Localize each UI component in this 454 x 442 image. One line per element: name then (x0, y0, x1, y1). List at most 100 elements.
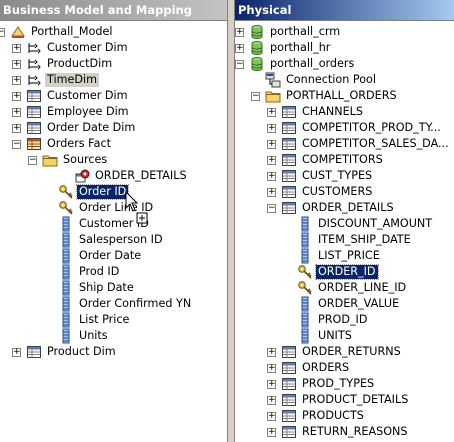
physical-tree-item[interactable]: − PORTHALL_ORDERS (251, 88, 399, 104)
physical-tree-item[interactable]: + COMPETITOR_PROD_TY... (267, 120, 443, 136)
physical-tree-item-label: COMPETITORS (302, 153, 383, 166)
expand-toggle[interactable]: + (12, 108, 21, 117)
physical-tree-item-label: UNITS (318, 329, 352, 342)
physical-tree-item[interactable]: + COMPETITOR_SALES_DA... (267, 136, 451, 152)
bmm-tree-item[interactable]: − Sources (28, 152, 109, 168)
table-icon (281, 376, 297, 392)
expand-toggle[interactable]: + (12, 348, 21, 357)
physical-tree-item[interactable]: + porthall_crm (235, 24, 342, 40)
bmm-tree-item[interactable]: + ProductDim (12, 56, 114, 72)
physical-tree-item[interactable]: + CHANNELS (267, 104, 365, 120)
hierarchy-icon (26, 72, 42, 88)
expand-toggle[interactable]: + (267, 108, 276, 117)
expand-toggle[interactable]: + (267, 364, 276, 373)
bmm-tree-item[interactable]: + Customer Dim (12, 40, 130, 56)
expand-toggle[interactable]: + (267, 348, 276, 357)
expand-toggle[interactable]: + (267, 140, 276, 149)
physical-tree-item-label: CHANNELS (302, 105, 364, 118)
expand-toggle[interactable]: + (267, 428, 276, 437)
bmm-tree-item[interactable]: Salesperson ID (58, 232, 165, 248)
key-icon (297, 280, 313, 296)
bmm-tree-item[interactable]: ORDER_DETAILS (74, 168, 189, 184)
column-icon (58, 312, 74, 328)
physical-tree-item[interactable]: + ORDERS (267, 360, 351, 376)
bmm-tree-item-label: Order Date Dim (47, 121, 136, 134)
expand-toggle[interactable]: + (267, 412, 276, 421)
bmm-tree-item-label: Salesperson ID (79, 233, 163, 246)
physical-tree-item[interactable]: − porthall_orders (235, 56, 356, 72)
physical-tree-item[interactable]: DISCOUNT_AMOUNT (297, 216, 434, 232)
collapse-toggle[interactable]: − (235, 60, 244, 69)
physical-tree-item[interactable]: + PRODUCT_DETAILS (267, 392, 410, 408)
physical-tree-item-label: porthall_hr (270, 41, 331, 54)
physical-tree-item[interactable]: ORDER_ID (297, 264, 379, 280)
expand-toggle[interactable]: + (235, 44, 244, 53)
physical-tree-item[interactable]: ORDER_LINE_ID (297, 280, 408, 296)
physical-tree-item-label: RETURN_REASONS (302, 425, 408, 438)
bmm-tree-item[interactable]: + Customer Dim (12, 88, 130, 104)
bmm-tree-item[interactable]: Ship Date (58, 280, 136, 296)
expand-toggle[interactable]: + (12, 92, 21, 101)
table-icon (281, 200, 297, 216)
physical-tree-item[interactable]: PROD_ID (297, 312, 369, 328)
physical-tree-item[interactable]: − ORDER_DETAILS (267, 200, 396, 216)
expand-toggle[interactable]: + (235, 28, 244, 37)
physical-tree-item-label: CUST_TYPES (302, 169, 373, 182)
collapse-toggle[interactable]: − (28, 156, 37, 165)
expand-toggle[interactable]: + (267, 396, 276, 405)
bmm-tree-item[interactable]: + Order Date Dim (12, 120, 137, 136)
physical-tree-item-label: ORDERS (302, 361, 350, 374)
expand-toggle[interactable]: + (267, 156, 276, 165)
physical-tree-item[interactable]: ORDER_VALUE (297, 296, 401, 312)
physical-tree-item[interactable]: + RETURN_REASONS (267, 424, 409, 440)
bmm-tree-item[interactable]: Order Confirmed YN (58, 296, 193, 312)
table-icon (281, 184, 297, 200)
bmm-tree-item[interactable]: − Porthall_Model (0, 24, 115, 40)
bmm-tree-item[interactable]: + TimeDim (12, 72, 99, 88)
column-icon (297, 328, 313, 344)
physical-tree-item[interactable]: ITEM_SHIP_DATE (297, 232, 413, 248)
expand-toggle[interactable]: + (267, 172, 276, 181)
physical-tree-item[interactable]: + CUST_TYPES (267, 168, 374, 184)
table-icon (26, 88, 42, 104)
expand-toggle[interactable]: + (12, 60, 21, 69)
physical-tree-item[interactable]: LIST_PRICE (297, 248, 382, 264)
physical-tree-item[interactable]: + PRODUCTS (267, 408, 366, 424)
collapse-toggle[interactable]: − (267, 204, 276, 213)
column-icon (58, 232, 74, 248)
expand-toggle[interactable]: + (12, 44, 21, 53)
physical-tree-item[interactable]: UNITS (297, 328, 354, 344)
bmm-tree-item[interactable]: Order ID (58, 184, 130, 200)
column-icon (297, 232, 313, 248)
bmm-tree-item[interactable]: + Product Dim (12, 344, 118, 360)
expand-toggle[interactable]: + (267, 124, 276, 133)
bmm-tree-item[interactable]: Units (58, 328, 110, 344)
table-icon (281, 344, 297, 360)
bmm-tree-item[interactable]: Order Date (58, 248, 143, 264)
bmm-tree-item-label: Prod ID (79, 265, 120, 278)
table-icon (281, 136, 297, 152)
physical-tree-item[interactable]: Connection Pool (265, 72, 378, 88)
physical-tree-item[interactable]: + ORDER_RETURNS (267, 344, 403, 360)
bmm-tree-item[interactable]: − Orders Fact (12, 136, 113, 152)
expand-toggle[interactable]: + (12, 76, 21, 85)
physical-tree-item[interactable]: + PROD_TYPES (267, 376, 376, 392)
bmm-tree-item-label: Orders Fact (47, 137, 111, 150)
bmm-tree-item[interactable]: Prod ID (58, 264, 121, 280)
expand-toggle[interactable]: + (267, 188, 276, 197)
expand-toggle[interactable]: + (267, 380, 276, 389)
physical-tree-item[interactable]: + porthall_hr (235, 40, 332, 56)
physical-tree-item[interactable]: + COMPETITORS (267, 152, 385, 168)
collapse-toggle[interactable]: − (251, 92, 260, 101)
bmm-tree-item[interactable]: + Employee Dim (12, 104, 131, 120)
physical-tree-item-label: ORDER_VALUE (318, 297, 400, 310)
physical-tree-item[interactable]: + CUSTOMERS (267, 184, 374, 200)
physical-tree-item-label: ITEM_SHIP_DATE (318, 233, 411, 246)
collapse-toggle[interactable]: − (0, 28, 5, 37)
key-icon (58, 200, 74, 216)
bmm-tree-item[interactable]: List Price (58, 312, 131, 328)
table-icon (26, 344, 42, 360)
expand-toggle[interactable]: + (12, 124, 21, 133)
collapse-toggle[interactable]: − (12, 140, 21, 149)
physical-tree-item-label: ORDER_ID (315, 264, 379, 280)
